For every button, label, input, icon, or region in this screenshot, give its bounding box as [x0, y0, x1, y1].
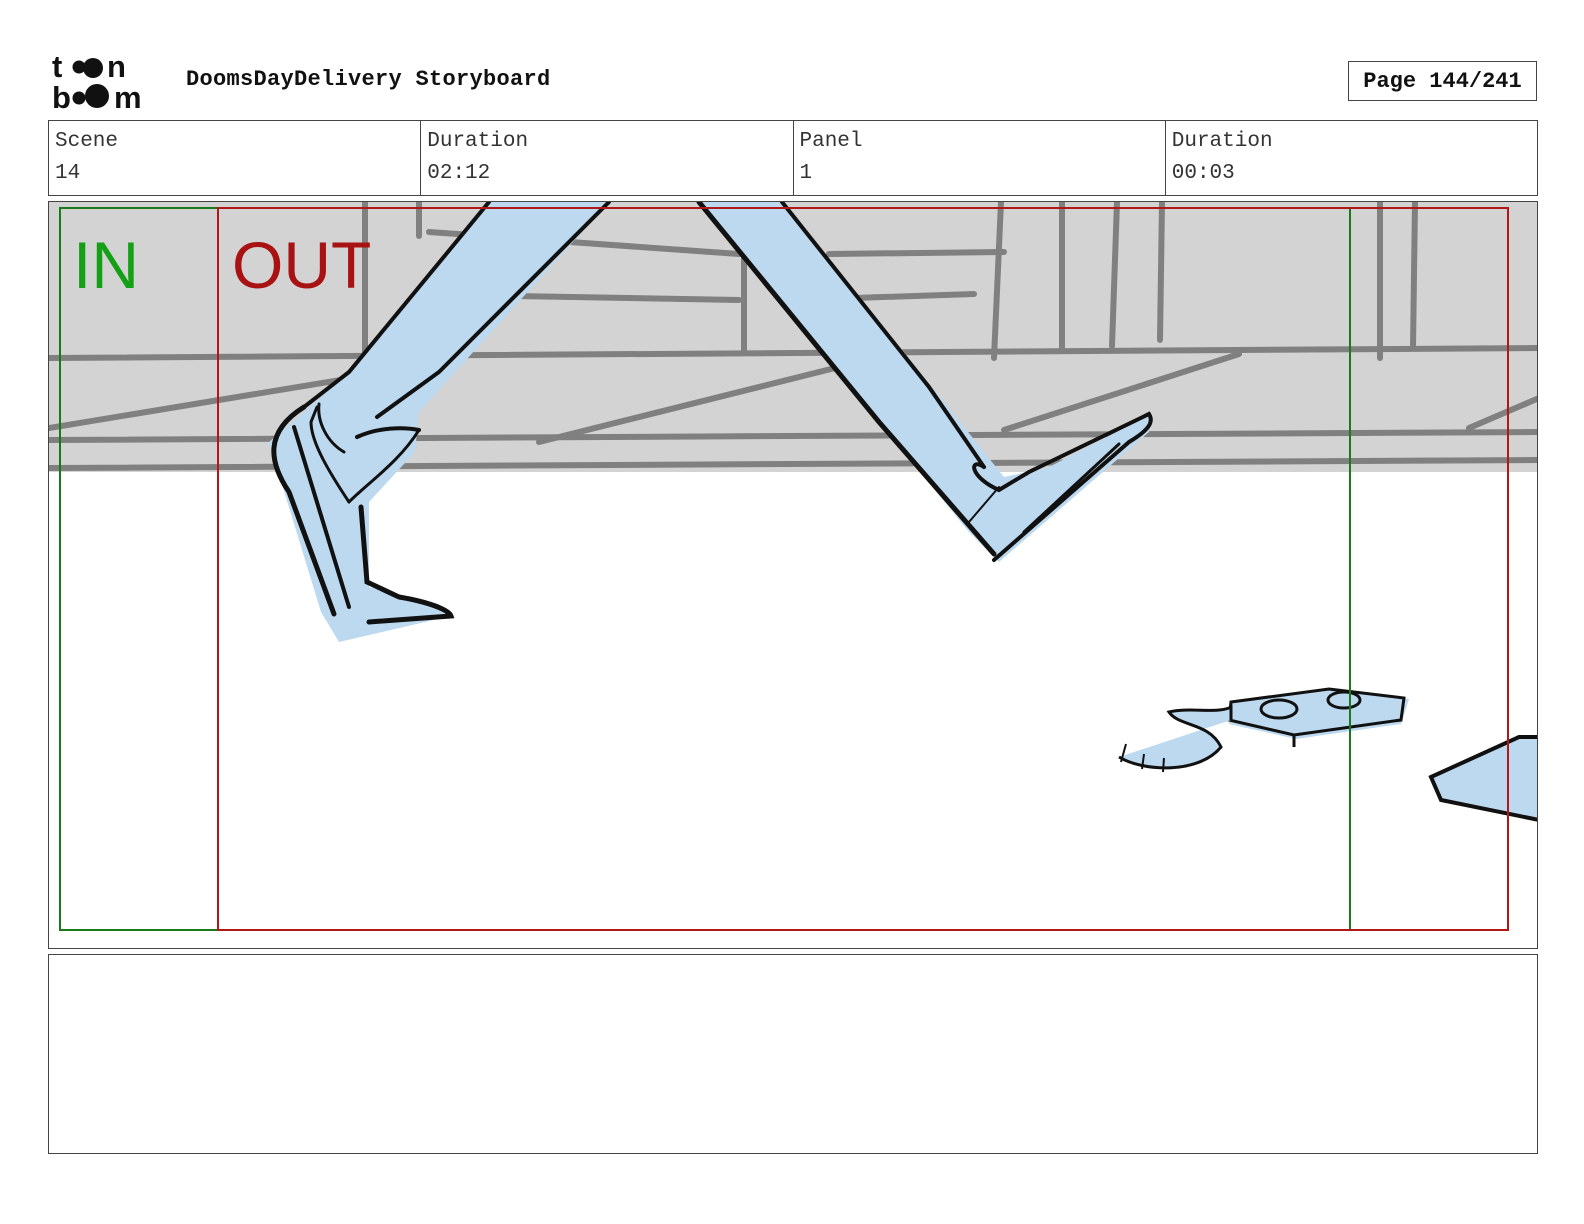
panel-drawing: IN OUT: [49, 202, 1537, 948]
svg-text:b: b: [52, 80, 71, 112]
page-number: Page 144/241: [1348, 61, 1537, 101]
panel-duration-value: 00:03: [1171, 162, 1235, 185]
panel-cell: Panel 1: [794, 121, 1166, 195]
panel-notes: [48, 954, 1538, 1154]
scene-duration-value: 02:12: [427, 162, 491, 185]
scene-label: Scene: [55, 130, 119, 153]
svg-text:t: t: [52, 50, 62, 84]
header: t n b m DoomsDayDelivery Storyboard Page…: [0, 0, 1584, 120]
panel-label: Panel: [799, 130, 863, 153]
panel-duration-label: Duration: [1171, 130, 1273, 153]
scene-value: 14: [55, 162, 81, 185]
toon-boom-logo: t n b m: [52, 50, 142, 112]
svg-text:n: n: [107, 50, 126, 84]
svg-text:m: m: [114, 80, 142, 112]
in-label: IN: [73, 228, 139, 302]
scene-duration-label: Duration: [427, 130, 529, 153]
panel-value: 1: [799, 162, 813, 185]
out-label: OUT: [232, 228, 371, 302]
panel-duration-cell: Duration 00:03: [1166, 121, 1537, 195]
storyboard-panel: IN OUT: [48, 201, 1538, 949]
scene-cell: Scene 14: [49, 121, 422, 195]
document-title: DoomsDayDelivery Storyboard: [186, 67, 551, 92]
scene-info-table: Scene 14 Duration 02:12 Panel 1 Duration…: [48, 120, 1538, 196]
scene-duration-cell: Duration 02:12: [421, 121, 794, 195]
